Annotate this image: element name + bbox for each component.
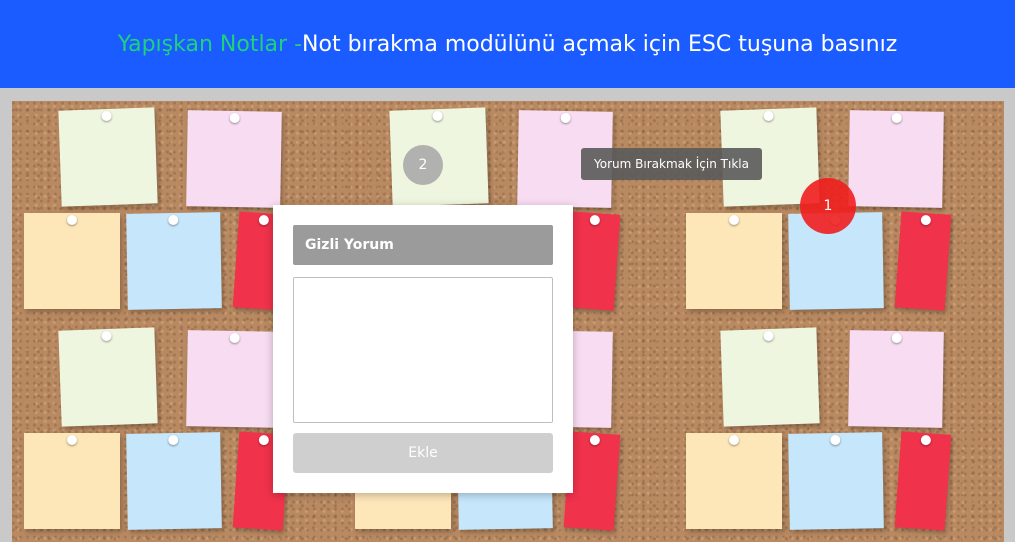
pushpin-icon — [763, 330, 774, 342]
sticky-note[interactable] — [848, 330, 944, 428]
pushpin-icon — [67, 215, 77, 225]
header-instruction: Not bırakma modülünü açmak için ESC tuşu… — [302, 31, 898, 57]
note-marker-1[interactable]: 1 — [800, 178, 856, 234]
pushpin-icon — [891, 332, 902, 344]
pushpin-icon — [891, 112, 902, 124]
note-marker-2[interactable]: 2 — [403, 145, 443, 185]
sticky-note[interactable] — [848, 110, 944, 208]
pushpin-icon — [560, 112, 571, 124]
sticky-note[interactable] — [720, 327, 820, 427]
sticky-note[interactable] — [788, 432, 884, 530]
sticky-note[interactable] — [58, 107, 158, 207]
header-bar: Yapışkan Notlar - Not bırakma modülünü aç… — [0, 0, 1015, 88]
comment-input[interactable] — [293, 277, 553, 423]
pushpin-icon — [101, 330, 112, 342]
pushpin-icon — [830, 434, 841, 446]
pushpin-icon — [729, 435, 739, 445]
sticky-note[interactable] — [894, 211, 952, 311]
pushpin-icon — [168, 214, 179, 226]
sticky-note[interactable] — [126, 212, 222, 310]
comment-modal: Gizli Yorum Ekle — [273, 205, 573, 493]
pushpin-icon — [101, 110, 112, 122]
comment-tooltip: Yorum Bırakmak İçin Tıkla — [581, 148, 762, 180]
sticky-note[interactable] — [686, 433, 782, 529]
sticky-note[interactable] — [24, 213, 120, 309]
sticky-note[interactable] — [126, 432, 222, 530]
pushpin-icon — [589, 214, 601, 226]
modal-title: Gizli Yorum — [293, 225, 553, 265]
pushpin-icon — [920, 214, 932, 226]
sticky-note[interactable] — [186, 330, 282, 428]
add-button[interactable]: Ekle — [293, 433, 553, 473]
pushpin-icon — [763, 110, 774, 122]
app-title: Yapışkan Notlar - — [117, 31, 303, 57]
sticky-note[interactable] — [24, 433, 120, 529]
sticky-note[interactable] — [58, 327, 158, 427]
pushpin-icon — [729, 215, 739, 225]
pushpin-icon — [589, 434, 601, 446]
pushpin-icon — [67, 435, 77, 445]
pushpin-icon — [229, 332, 240, 344]
pushpin-icon — [920, 434, 932, 446]
sticky-note[interactable] — [894, 431, 952, 531]
pushpin-icon — [229, 112, 240, 124]
pushpin-icon — [432, 110, 443, 122]
pushpin-icon — [258, 434, 270, 446]
sticky-note[interactable] — [186, 110, 282, 208]
pushpin-icon — [168, 434, 179, 446]
pushpin-icon — [258, 214, 270, 226]
sticky-note[interactable] — [686, 213, 782, 309]
